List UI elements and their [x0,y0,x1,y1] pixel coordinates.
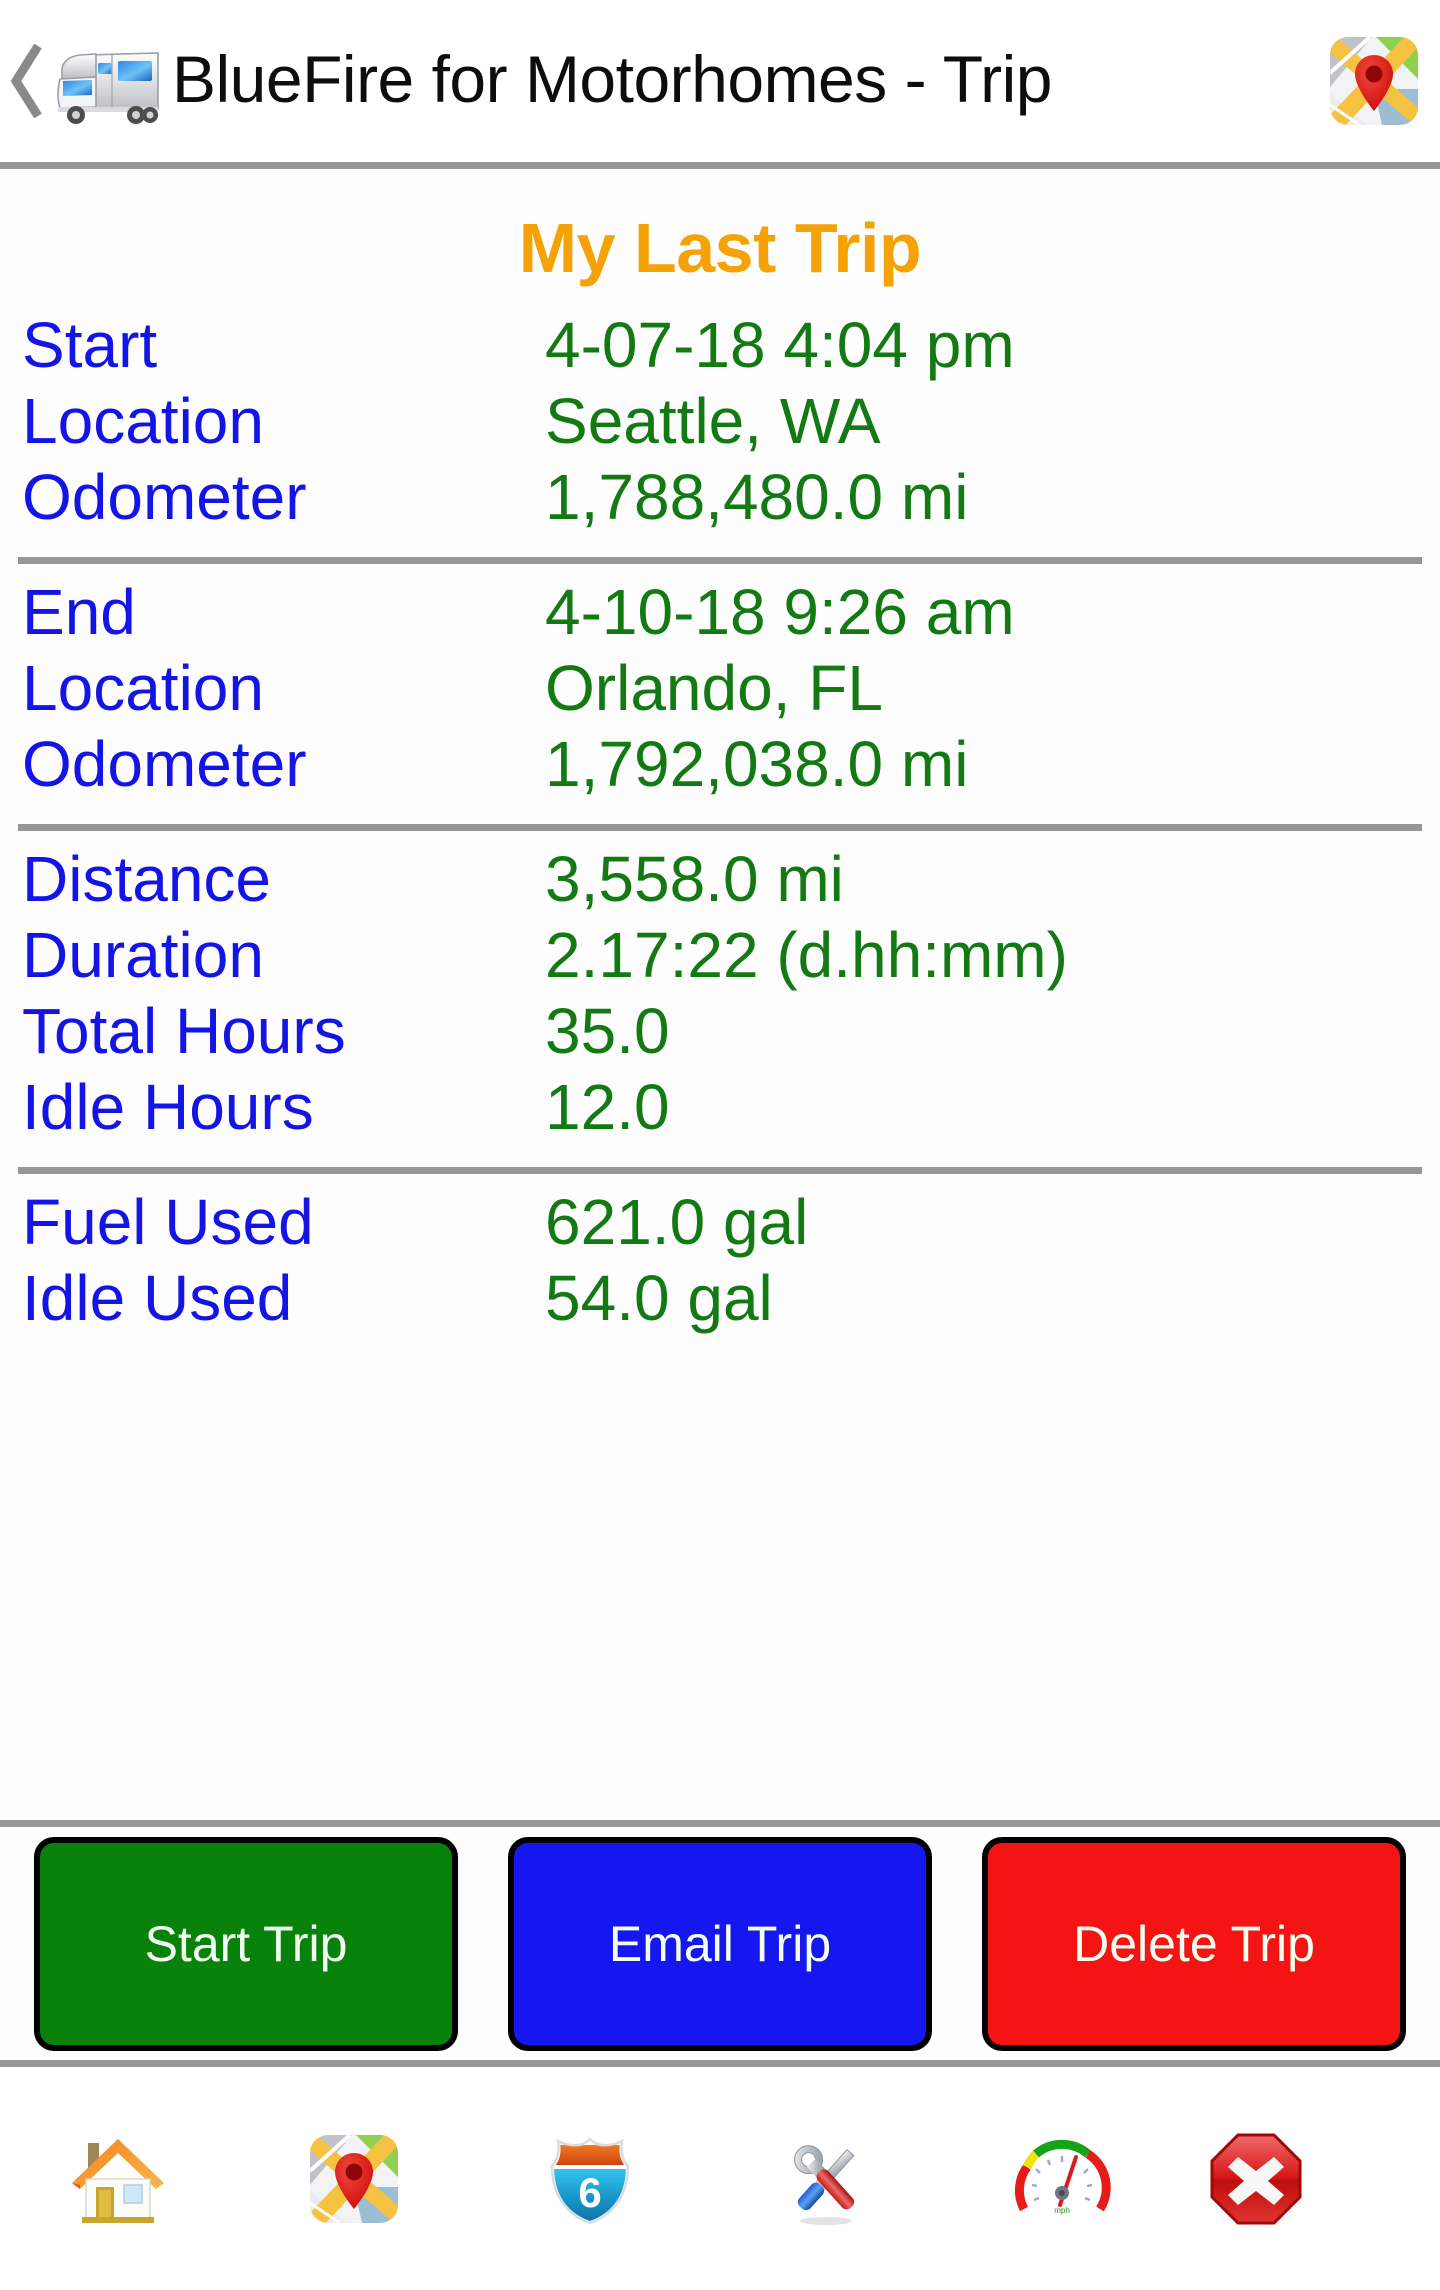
email-trip-button[interactable]: Email Trip [508,1836,932,2051]
header-separator [0,162,1440,169]
group-separator [18,1167,1422,1174]
detail-label: Odometer [22,728,307,800]
detail-row: Odometer 1,788,480.0 mi [0,465,1440,541]
detail-row: Location Orlando, FL [0,656,1440,732]
detail-label: Idle Hours [22,1071,314,1143]
detail-label: Location [22,652,264,724]
trip-group-start: Start 4-07-18 4:04 pm Location Seattle, … [0,313,1440,541]
detail-value: 1,792,038.0 mi [545,728,969,800]
maps-icon[interactable] [1326,33,1422,129]
detail-value: Seattle, WA [545,385,881,457]
detail-value: 12.0 [545,1071,670,1143]
nav-item-highway[interactable]: 6 [472,2067,708,2290]
detail-row: Idle Used 54.0 gal [0,1266,1440,1342]
nav-item-home[interactable] [0,2067,236,2290]
maps-icon [310,2134,398,2223]
detail-row: Location Seattle, WA [0,389,1440,465]
page-title: BlueFire for Motorhomes - Trip [172,42,1052,116]
highway-shield-number: 6 [578,2169,601,2216]
start-trip-button[interactable]: Start Trip [34,1836,458,2051]
trip-action-bar: Start Trip Email Trip Delete Trip [0,1827,1440,2060]
tools-icon [794,2144,855,2225]
detail-label: Idle Used [22,1262,293,1334]
detail-row: Start 4-07-18 4:04 pm [0,313,1440,389]
back-chevron-icon[interactable] [10,38,44,124]
highway-shield-icon: 6 [550,2136,630,2224]
detail-value: 54.0 gal [545,1262,773,1334]
detail-value: 4-07-18 4:04 pm [545,309,1015,381]
detail-row: Idle Hours 12.0 [0,1075,1440,1151]
detail-row: Odometer 1,792,038.0 mi [0,732,1440,808]
detail-row: End 4-10-18 9:26 am [0,580,1440,656]
trip-heading: My Last Trip [518,209,922,287]
gauge-icon: mph [1014,2139,1111,2215]
nav-item-maps[interactable] [236,2067,472,2290]
app-header: BlueFire for Motorhomes - Trip [0,0,1440,162]
detail-row: Total Hours 35.0 [0,999,1440,1075]
home-icon [72,2138,164,2223]
detail-value: Orlando, FL [545,652,883,724]
detail-label: Duration [22,919,264,991]
motorhome-icon [46,33,166,129]
nav-item-gauge[interactable]: mph [944,2067,1180,2290]
detail-label: Total Hours [22,995,346,1067]
content-bottom-separator [0,1820,1440,1827]
detail-value: 3,558.0 mi [545,843,844,915]
detail-label: Odometer [22,461,307,533]
trip-group-end: End 4-10-18 9:26 am Location Orlando, FL… [0,580,1440,808]
button-bar-separator [0,2060,1440,2067]
detail-label: Start [22,309,158,381]
detail-label: Location [22,385,264,457]
trip-group-fuel: Fuel Used 621.0 gal Idle Used 54.0 gal [0,1190,1440,1342]
group-separator [18,557,1422,564]
bottom-navigation-bar: 6 mph [0,2067,1440,2290]
nav-item-exit[interactable] [1180,2067,1440,2290]
detail-value: 621.0 gal [545,1186,809,1258]
detail-value: 35.0 [545,995,670,1067]
detail-label: End [22,576,136,648]
delete-trip-button[interactable]: Delete Trip [982,1836,1406,2051]
detail-value: 1,788,480.0 mi [545,461,969,533]
detail-row: Duration 2.17:22 (d.hh:mm) [0,923,1440,999]
exit-stop-icon [1210,2133,1302,2224]
group-separator [18,824,1422,831]
trip-details-scroll[interactable]: My Last Trip Start 4-07-18 4:04 pm Locat… [0,169,1440,1820]
svg-text:mph: mph [1054,2206,1070,2215]
detail-label: Fuel Used [22,1186,314,1258]
trip-group-metrics: Distance 3,558.0 mi Duration 2.17:22 (d.… [0,847,1440,1151]
detail-value: 4-10-18 9:26 am [545,576,1015,648]
detail-row: Fuel Used 621.0 gal [0,1190,1440,1266]
detail-value: 2.17:22 (d.hh:mm) [545,919,1068,991]
detail-label: Distance [22,843,271,915]
nav-item-tools[interactable] [708,2067,944,2290]
detail-row: Distance 3,558.0 mi [0,847,1440,923]
